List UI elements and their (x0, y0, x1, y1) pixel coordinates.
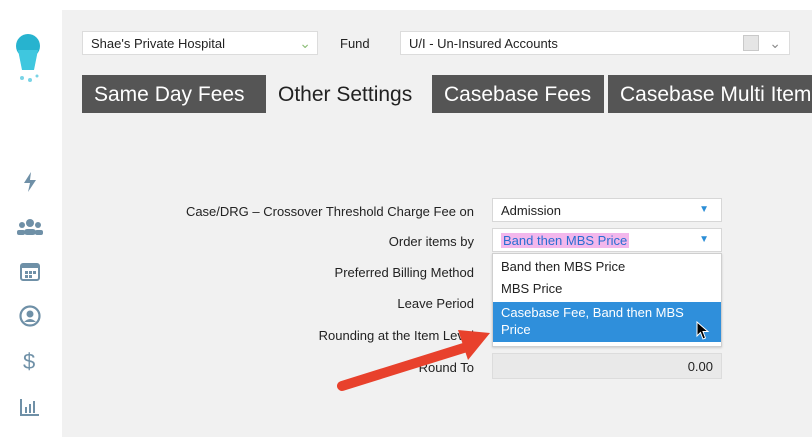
cursor-icon (696, 321, 710, 340)
annotation-arrow-icon (337, 330, 490, 391)
